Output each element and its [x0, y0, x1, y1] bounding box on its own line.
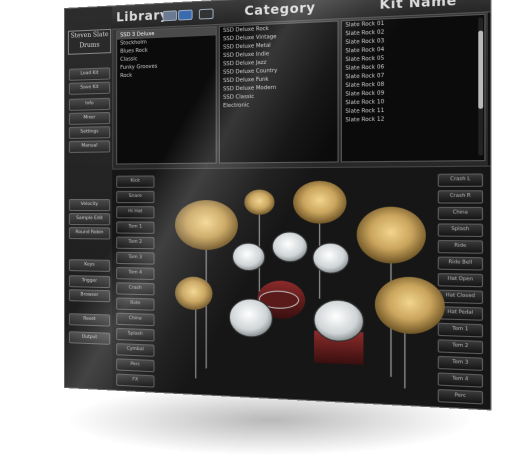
left-panel-button[interactable]: Mixer — [68, 111, 111, 125]
pad-button[interactable]: Tom 3 — [116, 251, 155, 265]
library-toggle-b[interactable] — [178, 9, 193, 21]
left-panel-button[interactable]: Round Robin — [68, 227, 111, 240]
snare-drum[interactable] — [229, 298, 272, 337]
category-label: Category — [244, 0, 316, 19]
list-item[interactable]: Slate Rock 12 — [342, 113, 484, 125]
library-list[interactable]: SSD 3 Deluxe Stockholm Blues Rock Classic Fu… — [116, 26, 217, 165]
hihat-cymbal[interactable] — [175, 276, 213, 311]
rack-tom-2[interactable] — [272, 232, 307, 262]
pad-button[interactable]: Cymbal — [116, 343, 155, 357]
pad-button[interactable]: Tom 1 — [116, 221, 155, 234]
pad-button[interactable]: Tom 4 — [116, 266, 155, 281]
left-panel-button[interactable]: Load Kit — [68, 67, 111, 81]
left-panel-button[interactable]: Output — [68, 331, 111, 345]
library-label: Library — [116, 7, 169, 25]
pad-button[interactable]: Crash — [116, 282, 155, 296]
left-panel-button[interactable]: Settings — [68, 126, 111, 139]
rack-tom-3[interactable] — [313, 243, 349, 274]
kit-name-label: Kit Name — [379, 0, 457, 13]
library-toggle-c[interactable] — [198, 8, 214, 20]
kit-list-scroll-thumb[interactable] — [478, 30, 484, 109]
plugin-window: Steven Slate Drums Load Kit Save Kit Info M… — [64, 0, 492, 411]
logo-line-2: Drums — [79, 41, 100, 50]
product-box-render: Steven Slate Drums Load Kit Save Kit Info M… — [0, 0, 520, 468]
crash-right-cymbal[interactable] — [293, 180, 347, 224]
pad-button[interactable]: Hi Hat — [116, 206, 155, 219]
left-panel-button[interactable]: Reset — [68, 313, 111, 327]
category-list[interactable]: SSD Deluxe Rock SSD Deluxe Vintage SSD Del… — [218, 20, 339, 164]
kit-stage: Kick Snare Hi Hat Tom 1 Tom 2 Tom 3 Tom 4 Crash… — [112, 165, 491, 410]
pad-button[interactable]: Snare — [116, 190, 155, 204]
left-panel-button[interactable]: Keys — [68, 259, 111, 272]
pad-button[interactable]: China — [116, 312, 155, 327]
left-panel-button[interactable]: Info — [68, 97, 111, 111]
pad-button[interactable]: Kick — [116, 175, 155, 188]
rack-tom-1[interactable] — [233, 243, 265, 271]
brand-logo: Steven Slate Drums — [67, 28, 112, 55]
left-panel-button[interactable]: Manual — [68, 140, 111, 153]
splash-cymbal[interactable] — [244, 189, 275, 215]
left-panel-button[interactable]: Sample Edit — [68, 213, 111, 226]
left-panel-button[interactable]: Velocity — [68, 199, 111, 212]
pad-button[interactable]: Splash — [116, 327, 155, 342]
china-cymbal[interactable] — [374, 276, 445, 336]
ride-cymbal[interactable] — [356, 206, 426, 265]
left-panel-button[interactable]: Save Kit — [68, 81, 111, 95]
library-toggle-a[interactable] — [162, 10, 178, 22]
pad-button[interactable]: Ride — [116, 297, 155, 311]
pad-button[interactable]: Perc — [116, 358, 155, 373]
list-item[interactable]: Electronic — [220, 99, 338, 110]
left-panel-button[interactable]: Browser — [68, 289, 111, 303]
kit-list-scrollbar[interactable] — [478, 17, 484, 156]
pad-button[interactable]: FX — [116, 373, 155, 388]
kit-list[interactable]: Slate Rock 01 Slate Rock 02 Slate Rock 03 S… — [340, 13, 486, 163]
left-panel: Steven Slate Drums Load Kit Save Kit Info M… — [64, 6, 114, 390]
drum-kit-illustration — [175, 180, 445, 406]
crash-left-cymbal[interactable] — [175, 200, 238, 251]
left-panel-button[interactable]: Trigger — [68, 275, 111, 289]
pad-button[interactable]: Tom 2 — [116, 236, 155, 250]
